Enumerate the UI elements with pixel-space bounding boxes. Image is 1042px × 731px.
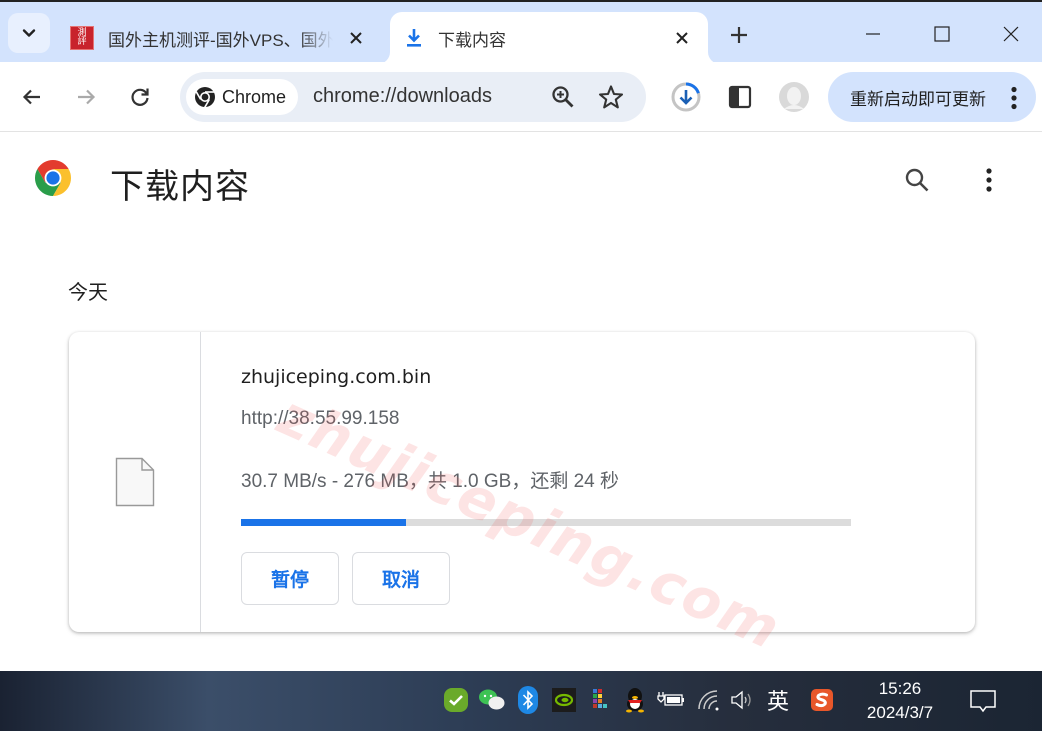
side-panel-icon: [728, 85, 752, 109]
window-close-button[interactable]: [988, 12, 1034, 56]
more-vert-icon: [1011, 86, 1017, 110]
site-seal-icon: 測評: [70, 26, 94, 50]
color-grid-icon: [593, 689, 607, 708]
chip-label: Chrome: [222, 86, 287, 107]
profile-button[interactable]: [776, 79, 812, 115]
tray-volume[interactable]: [728, 685, 758, 715]
tray-bluetooth[interactable]: [513, 685, 543, 715]
sogou-icon: [811, 689, 833, 711]
wechat-icon: [479, 689, 505, 710]
tab-title: 下载内容: [438, 30, 506, 50]
chrome-logo-icon: [34, 160, 72, 196]
clock-time: 15:26: [878, 679, 922, 698]
pause-button[interactable]: 暂停: [241, 552, 339, 605]
tab-search-button[interactable]: [8, 13, 50, 53]
reload-button[interactable]: [122, 79, 158, 115]
notification-icon: [970, 690, 996, 713]
tab-title: 国外主机测评-国外VPS、国外: [108, 30, 333, 50]
progress-fill: [241, 519, 406, 526]
minimize-icon: [866, 33, 880, 35]
tray-power[interactable]: [656, 685, 686, 715]
close-icon: [1003, 26, 1019, 42]
taskbar: 英 15:26 2024/3/7: [0, 671, 1042, 731]
clock-date: 2024/3/7: [866, 703, 934, 722]
relaunch-update-button[interactable]: 重新启动即可更新: [828, 72, 1036, 122]
bookmark-button[interactable]: [598, 84, 624, 110]
file-icon[interactable]: [115, 457, 155, 507]
minimize-button[interactable]: [850, 12, 896, 56]
file-name-link[interactable]: zhujiceping.com.bin: [241, 366, 431, 388]
new-tab-button[interactable]: [722, 18, 756, 52]
volume-icon: [731, 690, 751, 710]
chevron-down-icon: [22, 29, 36, 37]
page-title: 下载内容: [110, 168, 250, 206]
downloads-page: 下载内容 今天 zhujiceping.com.bin http://38.55…: [0, 133, 1042, 671]
wifi-icon: [698, 690, 719, 711]
address-bar[interactable]: Chrome chrome://downloads: [180, 72, 646, 122]
qq-icon: [626, 688, 644, 713]
notification-center-button[interactable]: [966, 685, 1000, 719]
arrow-left-icon: [22, 89, 40, 105]
download-status: 30.7 MB/s - 276 MB，共 1.0 GB，还剩 24 秒: [241, 471, 620, 492]
close-icon: [676, 32, 688, 44]
url-text[interactable]: chrome://downloads: [313, 85, 492, 108]
file-icon-column: [69, 332, 201, 632]
tab-close-button[interactable]: [344, 26, 368, 50]
back-button[interactable]: [14, 79, 50, 115]
tab-downloads[interactable]: 下载内容: [390, 12, 708, 64]
search-downloads-button[interactable]: [900, 163, 934, 197]
source-url-link[interactable]: http://38.55.99.158: [241, 408, 399, 430]
close-icon: [350, 32, 362, 44]
bluetooth-icon: [518, 686, 538, 714]
plus-icon: [731, 27, 747, 43]
site-info-chip[interactable]: Chrome: [186, 79, 299, 115]
page-more-menu-button[interactable]: [972, 163, 1006, 197]
date-section-label: 今天: [68, 282, 108, 304]
reload-icon: [131, 88, 149, 106]
download-item: zhujiceping.com.bin http://38.55.99.158 …: [69, 332, 975, 632]
downloads-button[interactable]: [668, 79, 704, 115]
tray-wechat[interactable]: [477, 685, 507, 715]
ime-indicator[interactable]: 英: [763, 685, 793, 715]
download-icon: [407, 29, 421, 47]
more-vert-icon: [986, 168, 992, 192]
tab-close-button[interactable]: [670, 26, 694, 50]
update-label: 重新启动即可更新: [850, 89, 986, 109]
side-panel-button[interactable]: [722, 79, 758, 115]
maximize-icon: [934, 26, 950, 42]
tray-color-app[interactable]: [585, 685, 615, 715]
zoom-in-icon: [552, 86, 574, 108]
tray-security[interactable]: [441, 685, 471, 715]
toolbar: Chrome chrome://downloads 重新启动即可更新: [0, 62, 1042, 132]
search-icon: [905, 168, 929, 192]
tray-sogou[interactable]: [807, 685, 837, 715]
tab-zhujiceping[interactable]: 測評 国外主机测评-国外VPS、国外: [60, 12, 382, 64]
tab-strip: 測評 国外主机测评-国外VPS、国外 下载内容: [0, 0, 1042, 64]
forward-button[interactable]: [68, 79, 104, 115]
arrow-right-icon: [78, 89, 96, 105]
clock[interactable]: 15:26 2024/3/7: [858, 677, 942, 725]
star-icon: [598, 85, 624, 109]
nvidia-icon: [552, 688, 576, 712]
tray-nvidia[interactable]: [549, 685, 579, 715]
chrome-logo-icon: [195, 87, 215, 108]
maximize-button[interactable]: [919, 12, 965, 56]
download-progress-icon: [671, 82, 701, 112]
tray-network[interactable]: [694, 685, 724, 715]
tray-qq[interactable]: [620, 685, 650, 715]
battery-plug-icon: [657, 692, 684, 706]
zoom-button[interactable]: [550, 84, 576, 110]
security-check-icon: [444, 688, 468, 712]
cancel-button[interactable]: 取消: [352, 552, 450, 605]
avatar-icon: [779, 82, 809, 112]
download-progress-bar: [241, 519, 851, 526]
